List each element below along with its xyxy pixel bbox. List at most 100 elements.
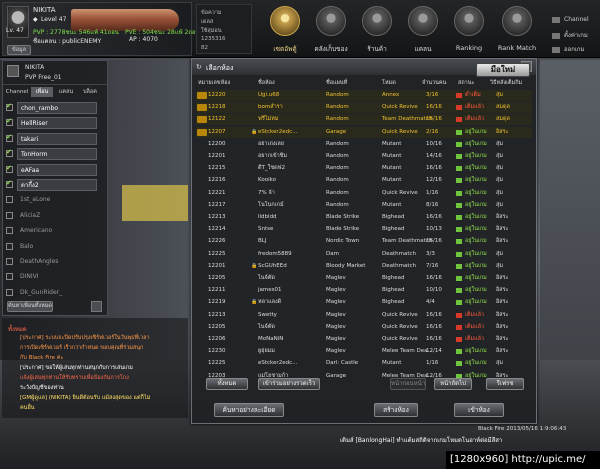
- tab-block[interactable]: บล็อค: [79, 87, 101, 97]
- friend-list-item[interactable]: HellRiser: [6, 116, 106, 131]
- room-map: Random: [326, 189, 349, 196]
- friend-name: eAFaa: [17, 163, 97, 176]
- friend-checkbox[interactable]: [6, 242, 13, 250]
- friend-list-item[interactable]: eAFaa: [6, 163, 106, 178]
- nav-rank-match[interactable]: Rank Match: [494, 4, 540, 56]
- quick-join-button[interactable]: เข้าร่วมอย่างรวดเร็ว: [258, 378, 320, 390]
- room-row[interactable]: 12221 7% จ้า Random Quick Revive 1/16 อยู่ในเ…: [196, 188, 532, 199]
- friend-name: ตากึ้ง2: [17, 179, 97, 191]
- create-room-button[interactable]: สร้างห้อง: [374, 403, 418, 417]
- nav-clan[interactable]: แคลน: [400, 4, 446, 56]
- friend-checkbox[interactable]: [6, 211, 13, 219]
- friend-list-item[interactable]: chon_rambo: [6, 101, 106, 116]
- room-row[interactable]: 12201 🔒 ScGUhEEd Bloody Market Deathmatch 7/1…: [196, 261, 532, 272]
- friend-checkbox[interactable]: [6, 133, 13, 142]
- filter-all-button[interactable]: ทั้งหมด: [206, 378, 248, 390]
- room-row[interactable]: 12205 ไนจ์ตัด Maglev Quick Revive 16/16 เต็มแ…: [196, 322, 532, 333]
- friend-list-item[interactable]: Dk_GunRider_: [6, 286, 106, 301]
- friend-checkbox[interactable]: [6, 117, 13, 127]
- col-mode[interactable]: โหมด: [382, 79, 396, 87]
- room-name: BLJ: [258, 238, 267, 245]
- friend-checkbox[interactable]: [6, 288, 13, 296]
- room-row[interactable]: 12217 โนโนกเกม์ Random Mutant 8/16 อยู่ในเกม ส…: [196, 200, 532, 211]
- room-map: Maglev: [326, 299, 346, 306]
- room-row[interactable]: 12207 🔒 eStcker2edc... Garage Quick Revive 2/…: [196, 126, 532, 138]
- room-row[interactable]: 12122 ฟรีไม่หม Random Team Deathmatch 16/16 เ…: [196, 114, 532, 126]
- room-row[interactable]: 12211 james01 Maglev Bighead 10/10 อยู่ในเกม อ…: [196, 285, 532, 296]
- room-row[interactable]: 12225 eStcker2edc... Darl: Castle Mutant 1/1…: [196, 358, 532, 369]
- nav-ranking[interactable]: Ranking: [446, 4, 492, 56]
- friend-list-item[interactable]: ตากึ้ง2: [6, 178, 106, 193]
- friend-list-item[interactable]: AliciaZ: [6, 209, 106, 224]
- room-row[interactable]: 12220 Ugi.u68 Random Annex 3/16 ต่ำเต็ม สุ่ม: [196, 90, 532, 101]
- join-room-button[interactable]: เข้าห้อง: [454, 403, 504, 417]
- friend-list-item[interactable]: takari: [6, 132, 106, 147]
- nav-loadout[interactable]: เซตอัพตู้: [262, 4, 308, 56]
- col-team-sort[interactable]: วิธีหลังเต็มกิม: [490, 79, 522, 87]
- find-all-friends-button[interactable]: ค้นหาเพื่อนทั้งหมด: [7, 301, 53, 312]
- col-room-number[interactable]: หมายเลขห้อง: [198, 79, 230, 87]
- menu-channel[interactable]: Channel: [552, 16, 589, 23]
- friend-list-item[interactable]: DeathAngles: [6, 255, 106, 270]
- room-map: Garage: [326, 128, 347, 135]
- profile-info-button[interactable]: ข้อมูล: [7, 45, 31, 55]
- friend-checkbox[interactable]: [6, 196, 13, 204]
- room-row[interactable]: 12215 ดีT_ใชดฟ2 Random Mutant 16/16 อยู่ในเกม…: [196, 163, 532, 174]
- chat-tab-all[interactable]: ทั้งหมด: [8, 324, 27, 334]
- col-map[interactable]: ชื่อแผนที่: [326, 79, 347, 87]
- nav-shop[interactable]: ร้านค้า: [354, 4, 400, 56]
- room-row[interactable]: 12206 MoNaNiN Maglev Quick Revive 16/16 เต็มแ…: [196, 334, 532, 345]
- friend-checkbox[interactable]: [6, 227, 13, 235]
- room-map: Random: [326, 177, 349, 184]
- room-mode: Bighead: [382, 287, 405, 294]
- room-row[interactable]: 12230 ผูยุ่ยมม Maglev Melee Team Dea... 12/1…: [196, 346, 532, 357]
- room-players: 16/16: [426, 214, 442, 220]
- channel-tabs: Channel เพื่อน แคลน บล็อค: [5, 87, 105, 97]
- friend-list-item[interactable]: DINIVI: [6, 270, 106, 285]
- nav-inventory[interactable]: คลังเก็บของ: [308, 4, 354, 56]
- newbie-room-button[interactable]: มือใหม่: [476, 63, 530, 77]
- friend-list-item[interactable]: Americano: [6, 224, 106, 239]
- room-row[interactable]: 12213 lldbldd Blade Strike Bighead 16/16 อยู่…: [196, 212, 532, 223]
- friend-checkbox[interactable]: [6, 148, 13, 158]
- room-row[interactable]: 12200 อย่าเถ่งเลย Random Mutant 10/16 อยู่ในเ…: [196, 139, 532, 150]
- friend-checkbox[interactable]: [6, 164, 13, 173]
- friend-checkbox[interactable]: [6, 179, 13, 188]
- col-room-name[interactable]: ชื่อห้อง: [258, 79, 275, 87]
- room-team-sort: สุ่ม: [496, 177, 503, 184]
- room-row[interactable]: 12218 bomสำรา Random Quick Revive 16/16 เต็มแ…: [196, 102, 532, 114]
- room-map: Darl: Castle: [326, 360, 359, 367]
- tab-friends[interactable]: เพื่อน: [31, 87, 53, 97]
- room-number: 12211: [208, 287, 226, 294]
- advanced-search-button[interactable]: ค้นหาอย่างละเอียด: [214, 403, 284, 417]
- settings-small-icon[interactable]: [91, 301, 102, 312]
- room-row[interactable]: 12201 อยากเข้าชิม Random Mutant 14/16 อยู่ในเ…: [196, 151, 532, 162]
- room-row[interactable]: 12226 BLJ Nordic Town Team Deathmatch 16/16 อ…: [196, 236, 532, 247]
- friend-checkbox[interactable]: [6, 102, 13, 111]
- room-team-sort: สุ่ม: [496, 189, 503, 196]
- room-row[interactable]: 12216 Kooiko Random Mutant 12/16 อยู่ในเกม สุ่…: [196, 175, 532, 186]
- tab-channel[interactable]: Channel: [5, 87, 29, 97]
- room-row[interactable]: 12213 Swetty Maglev Quick Revive 16/16 เต็มแล…: [196, 310, 532, 321]
- room-row[interactable]: 12214 Sntse Blade Strike Bighead 10/13 อยู่ใน…: [196, 224, 532, 235]
- menu-label: Channel: [564, 16, 589, 23]
- menu-exit[interactable]: ออกเกม: [552, 44, 584, 54]
- next-page-button[interactable]: หน้าถัดไป: [434, 378, 472, 390]
- refresh-button[interactable]: รีเฟรช: [486, 378, 524, 390]
- prev-page-button[interactable]: หน้าก่อนหน้า: [390, 378, 426, 390]
- room-row[interactable]: 12205 ไนจ์ตัด Maglev Bighead 16/16 อยู่ในเกม อ…: [196, 273, 532, 284]
- room-row[interactable]: 12225 fredom5889 Dam Deathmatch 3/3 อยู่ในเกม…: [196, 249, 532, 260]
- friend-list-item[interactable]: TonHorm: [6, 147, 106, 162]
- friend-checkbox[interactable]: [6, 258, 13, 265]
- room-mode: Mutant: [382, 177, 402, 184]
- col-status[interactable]: สถานะ: [458, 79, 475, 87]
- clan-name: ชื่อแคลน : publicENEMY: [33, 38, 102, 45]
- chat-panel: ทั้งหมด [ประกาศ] ระบบจะปิดปรับปรุงเซิร์ฟ…: [2, 318, 188, 418]
- tab-clan[interactable]: แคลน: [55, 87, 77, 97]
- col-players[interactable]: จำนวนคน: [422, 79, 446, 87]
- friend-list-item[interactable]: Balo: [6, 240, 106, 255]
- menu-settings[interactable]: ตั้งค่าเกม: [552, 30, 588, 40]
- friend-checkbox[interactable]: [6, 273, 13, 281]
- room-row[interactable]: 12219 🔒 หลาแลงดิ Maglev Bighead 4/4 อยู่ในเกม อ…: [196, 297, 532, 308]
- friend-list-item[interactable]: 1st_aLone: [6, 193, 106, 208]
